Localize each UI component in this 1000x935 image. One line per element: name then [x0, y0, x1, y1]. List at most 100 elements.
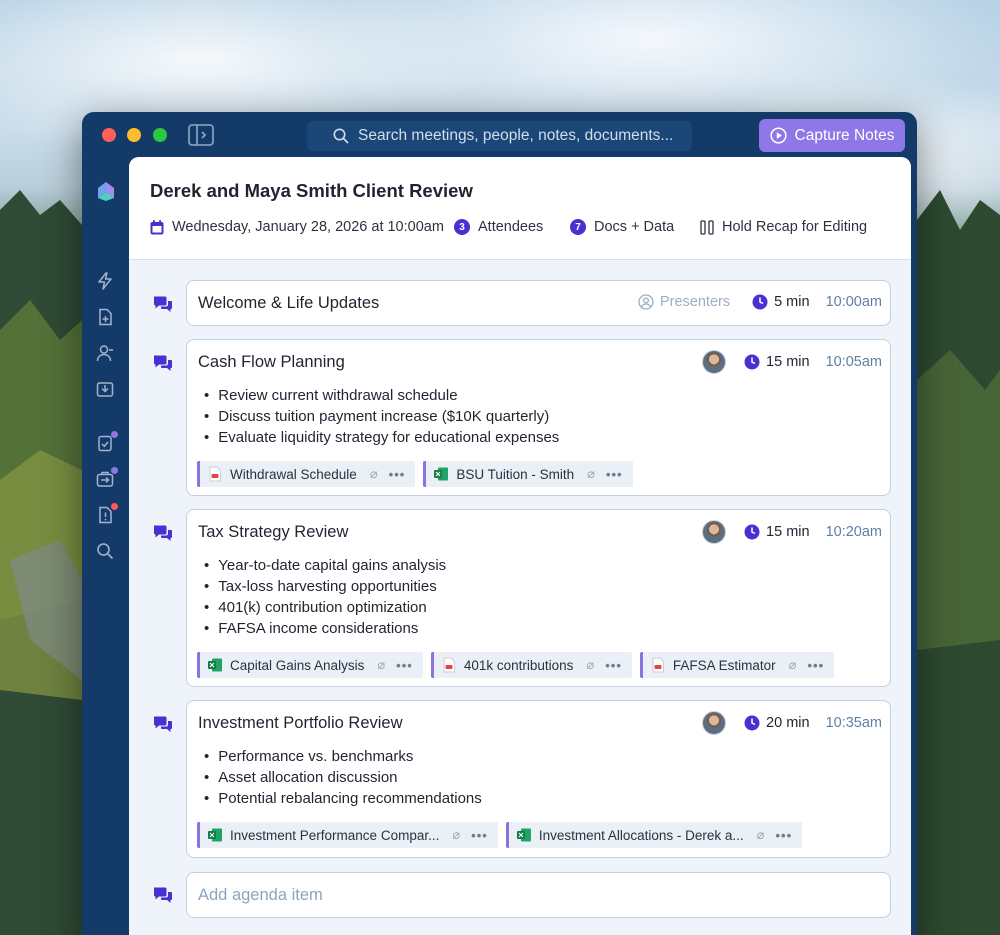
maximize-window-button[interactable] [153, 128, 167, 142]
app-window: Search meetings, people, notes, document… [82, 112, 917, 935]
pdf-file-icon [443, 657, 455, 673]
attachment-chip[interactable]: 401k contributions ⌀ ••• [430, 652, 632, 678]
meeting-date-text: Wednesday, January 28, 2026 at 10:00am [172, 219, 444, 235]
more-options-icon[interactable]: ••• [606, 467, 623, 482]
paperclip-icon[interactable]: ⌀ [377, 657, 385, 673]
more-options-icon[interactable]: ••• [389, 467, 406, 482]
close-window-button[interactable] [102, 128, 116, 142]
docs-label: Docs + Data [594, 219, 675, 235]
chat-bubbles-icon [154, 296, 172, 312]
presenter-avatar[interactable] [702, 711, 727, 735]
chat-bubbles-icon [154, 716, 172, 732]
briefcase-export-nav[interactable] [96, 467, 118, 488]
agenda-item[interactable]: Investment Portfolio Review 20 min 10:35… [186, 700, 891, 858]
bullet-item: FAFSA income considerations [204, 618, 446, 639]
lightning-icon[interactable] [96, 272, 114, 290]
excel-file-icon [516, 828, 531, 842]
duration: 15 min [766, 524, 810, 540]
more-options-icon[interactable]: ••• [807, 658, 824, 673]
paperclip-icon[interactable]: ⌀ [587, 466, 595, 482]
attachment-chip[interactable]: FAFSA Estimator ⌀ ••• [639, 652, 835, 678]
logo-icon [98, 182, 114, 201]
start-time: 10:05am [825, 354, 882, 370]
document-plus-icon[interactable] [96, 308, 114, 326]
attendees-label: Attendees [478, 219, 544, 235]
agenda-bullets: Year-to-date capital gains analysis Tax-… [204, 555, 446, 639]
play-circle-icon [769, 127, 787, 144]
paperclip-icon[interactable]: ⌀ [586, 657, 594, 673]
paperclip-icon[interactable]: ⌀ [370, 466, 378, 482]
attachment-chip[interactable]: Withdrawal Schedule ⌀ ••• [197, 461, 416, 487]
bullet-item: Review current withdrawal schedule [204, 385, 559, 406]
clock-icon [744, 354, 760, 370]
agenda-item[interactable]: Cash Flow Planning 15 min 10:05am Review… [186, 339, 891, 496]
chat-bubbles-icon [154, 525, 172, 541]
hold-recap-toggle[interactable]: Hold Recap for Editing [700, 219, 867, 235]
excel-file-icon [208, 828, 222, 842]
attendees-button[interactable]: 3 Attendees [454, 219, 543, 235]
presenter-avatar[interactable] [702, 350, 727, 374]
paperclip-icon[interactable]: ⌀ [789, 657, 797, 673]
search-icon[interactable] [96, 542, 114, 560]
agenda-item-meta: 20 min 10:35am [702, 711, 882, 735]
excel-file-icon [434, 467, 449, 481]
bullet-item: 401(k) contribution optimization [204, 597, 446, 618]
presenters-button[interactable]: Presenters [638, 294, 730, 310]
more-options-icon[interactable]: ••• [776, 828, 793, 843]
left-nav-rail [82, 158, 129, 935]
attachment-name: Investment Performance Compar... [230, 827, 440, 843]
attachment-chip[interactable]: Investment Allocations - Derek a... ⌀ ••… [505, 822, 803, 848]
attachment-name: Withdrawal Schedule [230, 466, 357, 482]
clipboard-check-nav[interactable] [96, 431, 118, 452]
docs-count-badge: 7 [570, 219, 586, 235]
alert-dot [111, 503, 118, 510]
attachment-chip[interactable]: Investment Performance Compar... ⌀ ••• [197, 822, 498, 848]
meeting-panel: Derek and Maya Smith Client Review Wedne… [129, 157, 911, 935]
pdf-file-icon [209, 466, 221, 482]
meeting-date: Wednesday, January 28, 2026 at 10:00am [150, 219, 444, 235]
chat-bubbles-icon [154, 887, 172, 903]
agenda-item-meta: 15 min 10:05am [702, 350, 882, 374]
chat-bubbles-icon [154, 355, 172, 371]
bullet-item: Evaluate liquidity strategy for educatio… [204, 427, 559, 448]
inbox-download-icon[interactable] [96, 380, 114, 398]
meeting-header: Derek and Maya Smith Client Review Wedne… [129, 157, 911, 260]
add-agenda-item-input[interactable]: Add agenda item [186, 872, 891, 918]
bullet-item: Tax-loss harvesting opportunities [204, 576, 446, 597]
agenda-item[interactable]: Tax Strategy Review 15 min 10:20am Year-… [186, 509, 891, 687]
more-options-icon[interactable]: ••• [605, 658, 622, 673]
paperclip-icon[interactable]: ⌀ [757, 827, 765, 843]
duration: 15 min [766, 354, 810, 370]
global-search-input[interactable]: Search meetings, people, notes, document… [307, 121, 692, 151]
hold-recap-label: Hold Recap for Editing [722, 219, 868, 235]
attachment-name: BSU Tuition - Smith [456, 466, 575, 482]
agenda-bullets: Performance vs. benchmarks Asset allocat… [204, 746, 482, 809]
agenda-item-title: Cash Flow Planning [198, 353, 345, 371]
agenda-bullets: Review current withdrawal schedule Discu… [204, 385, 559, 448]
minimize-window-button[interactable] [127, 128, 141, 142]
agenda-item[interactable]: Welcome & Life Updates Presenters 5 min … [186, 280, 891, 326]
attachment-chip[interactable]: BSU Tuition - Smith ⌀ ••• [423, 461, 633, 487]
attachment-chip[interactable]: Capital Gains Analysis ⌀ ••• [197, 652, 423, 678]
more-options-icon[interactable]: ••• [471, 828, 488, 843]
presenter-avatar[interactable] [702, 520, 727, 544]
people-icon[interactable] [96, 344, 114, 362]
clock-icon [744, 715, 760, 731]
bullet-item: Potential rebalancing recommendations [204, 788, 482, 809]
clock-icon [752, 294, 768, 310]
capture-notes-button[interactable]: Capture Notes [759, 119, 905, 152]
agenda-item-title: Tax Strategy Review [198, 523, 349, 541]
attachment-name: 401k contributions [463, 657, 574, 673]
sidebar-toggle-icon[interactable] [188, 124, 214, 146]
pdf-file-icon [652, 657, 664, 673]
document-alert-nav[interactable] [96, 503, 118, 524]
agenda-item-title: Welcome & Life Updates [198, 294, 380, 312]
more-options-icon[interactable]: ••• [396, 658, 413, 673]
agenda-item-meta: 15 min 10:20am [702, 520, 882, 544]
docs-data-button[interactable]: 7 Docs + Data [570, 219, 674, 235]
duration: 20 min [766, 715, 810, 731]
clock-icon [744, 524, 760, 540]
attachments-row: Withdrawal Schedule ⌀ ••• BSU Tuition - … [197, 461, 633, 487]
meeting-title: Derek and Maya Smith Client Review [150, 180, 473, 201]
paperclip-icon[interactable]: ⌀ [452, 827, 460, 843]
